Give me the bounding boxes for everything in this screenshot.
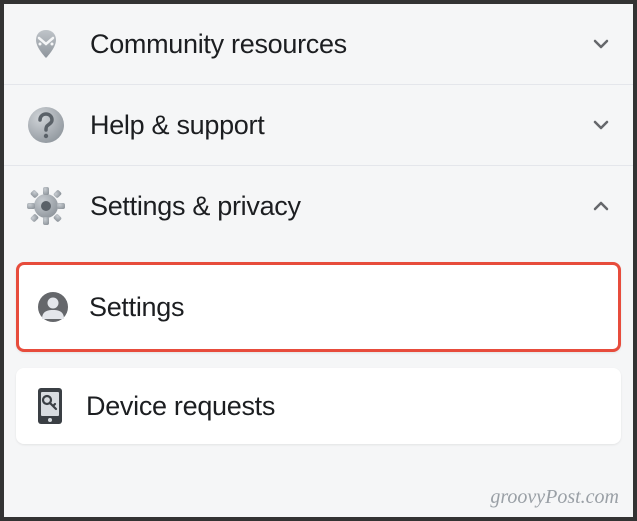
watermark: groovyPost.com bbox=[490, 486, 619, 509]
submenu-label: Device requests bbox=[86, 391, 275, 422]
menu-label: Help & support bbox=[90, 110, 589, 141]
menu-label: Community resources bbox=[90, 29, 589, 60]
settings-menu-container: Community resources Help & support bbox=[0, 0, 637, 521]
settings-privacy-submenu: Settings Device requests bbox=[4, 246, 633, 480]
question-icon bbox=[24, 103, 68, 147]
submenu-item-settings[interactable]: Settings bbox=[16, 262, 621, 352]
submenu-label: Settings bbox=[89, 292, 184, 323]
person-icon bbox=[35, 289, 71, 325]
handshake-icon bbox=[24, 22, 68, 66]
chevron-down-icon bbox=[589, 32, 613, 56]
menu-label: Settings & privacy bbox=[90, 191, 589, 222]
submenu-item-device-requests[interactable]: Device requests bbox=[16, 368, 621, 444]
gear-icon bbox=[24, 184, 68, 228]
device-key-icon bbox=[32, 388, 68, 424]
menu-item-community-resources[interactable]: Community resources bbox=[4, 4, 633, 85]
menu-item-help-support[interactable]: Help & support bbox=[4, 85, 633, 166]
chevron-up-icon bbox=[589, 194, 613, 218]
menu-item-settings-privacy[interactable]: Settings & privacy bbox=[4, 166, 633, 246]
chevron-down-icon bbox=[589, 113, 613, 137]
